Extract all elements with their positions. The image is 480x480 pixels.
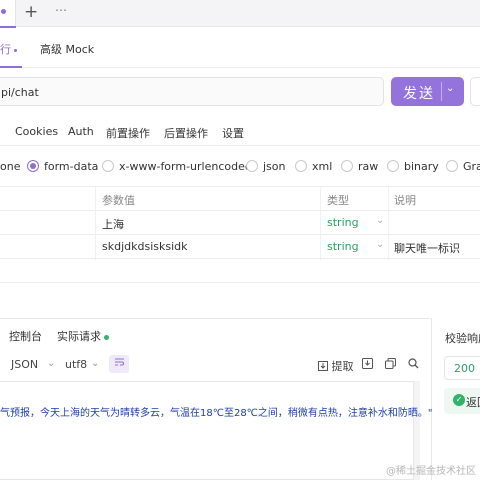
radio-graphql[interactable] bbox=[446, 160, 458, 172]
tab-pre-operations[interactable]: 前置操作 bbox=[106, 125, 150, 141]
extract-label: 提取 bbox=[331, 360, 354, 373]
params-table: 参数值 类型 说明 上海 string ⌄ skdjdkdsisksidk st… bbox=[0, 186, 480, 284]
tab-actual-request[interactable]: 实际请求 bbox=[57, 328, 109, 344]
encoding-select[interactable]: utf8 bbox=[65, 358, 87, 371]
radio-urlencoded[interactable] bbox=[102, 160, 114, 172]
watermark: @稀土掘金技术社区 bbox=[386, 466, 476, 477]
tab-cookies[interactable]: Cookies bbox=[15, 125, 58, 138]
validation-result: ✓ 返回 bbox=[444, 388, 480, 414]
run-tab-indicator bbox=[0, 66, 22, 68]
param-desc-cell[interactable]: 聊天唯一标识 bbox=[394, 240, 460, 256]
column-divider bbox=[388, 186, 389, 260]
tab-run[interactable]: 行 bbox=[0, 41, 17, 57]
wrap-lines-icon[interactable] bbox=[109, 355, 129, 373]
copy-icon[interactable] bbox=[385, 358, 396, 372]
request-subtabs: Cookies Auth 前置操作 后置操作 设置 bbox=[0, 116, 480, 146]
check-circle-icon: ✓ bbox=[453, 394, 465, 406]
send-label: 发送 bbox=[403, 86, 435, 102]
tab-run-label: 行 bbox=[0, 43, 11, 56]
header-type: 类型 bbox=[327, 194, 349, 207]
run-dot-icon bbox=[14, 48, 17, 52]
download-icon[interactable] bbox=[362, 358, 373, 372]
table-row-empty[interactable] bbox=[0, 259, 480, 283]
validation-divider[interactable] bbox=[431, 318, 432, 480]
body-type-form-data[interactable]: form-data bbox=[44, 160, 98, 173]
search-icon[interactable] bbox=[408, 358, 419, 372]
save-button[interactable] bbox=[470, 77, 480, 106]
radio-json[interactable] bbox=[246, 160, 258, 172]
body-type-selector: one form-data x-www-form-urlencoded json… bbox=[0, 156, 480, 180]
body-type-graphql[interactable]: Gra bbox=[463, 160, 480, 173]
extract-icon bbox=[318, 361, 328, 371]
status-code-field[interactable]: 200 bbox=[444, 356, 480, 380]
column-divider bbox=[320, 186, 321, 260]
url-input[interactable]: pi/chat bbox=[0, 77, 384, 106]
send-separator bbox=[441, 82, 442, 101]
unsaved-dot-icon bbox=[1, 9, 6, 14]
column-divider bbox=[95, 186, 96, 260]
extract-button[interactable]: 提取 bbox=[318, 358, 354, 374]
status-dot-icon bbox=[104, 334, 109, 340]
body-type-none[interactable]: one bbox=[0, 160, 20, 173]
header-param-value: 参数值 bbox=[102, 194, 135, 207]
body-type-raw[interactable]: raw bbox=[358, 160, 378, 173]
radio-binary[interactable] bbox=[387, 160, 399, 172]
body-type-xml[interactable]: xml bbox=[312, 160, 332, 173]
response-body-text: 气预报，今天上海的天气为晴转多云，气温在18℃至28℃之间，稍微有点热，注意补水… bbox=[0, 408, 433, 419]
tab-console[interactable]: 控制台 bbox=[9, 328, 42, 344]
tab-settings[interactable]: 设置 bbox=[222, 125, 244, 141]
header-description: 说明 bbox=[394, 194, 416, 207]
table-row[interactable]: skdjdkdsisksidk string ⌄ 聊天唯一标识 bbox=[0, 235, 480, 259]
body-type-urlencoded[interactable]: x-www-form-urlencoded bbox=[119, 160, 252, 173]
url-value: pi/chat bbox=[1, 86, 39, 99]
response-toolbar: JSON ⌄ utf8 ⌄ 提取 bbox=[0, 352, 431, 379]
status-code-value: 200 bbox=[454, 362, 475, 375]
add-tab-icon[interactable]: + bbox=[24, 2, 38, 22]
validation-result-label: 返回 bbox=[466, 396, 480, 409]
mode-tabs: 行 高级 Mock bbox=[0, 27, 480, 68]
more-tabs-icon[interactable]: ⋯ bbox=[55, 3, 67, 17]
tab-advanced-mock[interactable]: 高级 Mock bbox=[40, 41, 94, 57]
chevron-down-icon[interactable]: ⌄ bbox=[91, 358, 99, 369]
param-value-cell[interactable]: 上海 bbox=[102, 216, 124, 232]
tab-actual-request-label: 实际请求 bbox=[57, 330, 101, 343]
param-value-cell[interactable]: skdjdkdsisksidk bbox=[102, 240, 188, 253]
format-select[interactable]: JSON bbox=[11, 358, 38, 371]
tab-post-operations[interactable]: 后置操作 bbox=[164, 125, 208, 141]
body-type-json[interactable]: json bbox=[263, 160, 286, 173]
response-body[interactable] bbox=[0, 381, 420, 480]
active-request-tab[interactable] bbox=[0, 0, 16, 28]
send-button[interactable]: 发送 ⌄ bbox=[391, 77, 464, 106]
radio-raw[interactable] bbox=[341, 160, 353, 172]
radio-xml[interactable] bbox=[295, 160, 307, 172]
param-type-select[interactable]: string bbox=[327, 240, 359, 253]
chevron-down-icon[interactable]: ⌄ bbox=[376, 215, 384, 226]
tab-strip: + ⋯ bbox=[0, 0, 480, 28]
table-row[interactable]: 上海 string ⌄ bbox=[0, 211, 480, 235]
table-header-row: 参数值 类型 说明 bbox=[0, 187, 480, 211]
validation-title: 校验响应 bbox=[445, 332, 480, 345]
param-type-select[interactable]: string bbox=[327, 216, 359, 229]
response-tabs: 控制台 实际请求 bbox=[0, 319, 431, 349]
chevron-down-icon[interactable]: ⌄ bbox=[376, 239, 384, 250]
chevron-down-icon[interactable]: ⌄ bbox=[47, 358, 55, 369]
radio-form-data[interactable] bbox=[27, 160, 39, 172]
body-type-binary[interactable]: binary bbox=[404, 160, 439, 173]
send-dropdown-icon[interactable]: ⌄ bbox=[446, 83, 454, 94]
tab-auth[interactable]: Auth bbox=[68, 125, 94, 138]
